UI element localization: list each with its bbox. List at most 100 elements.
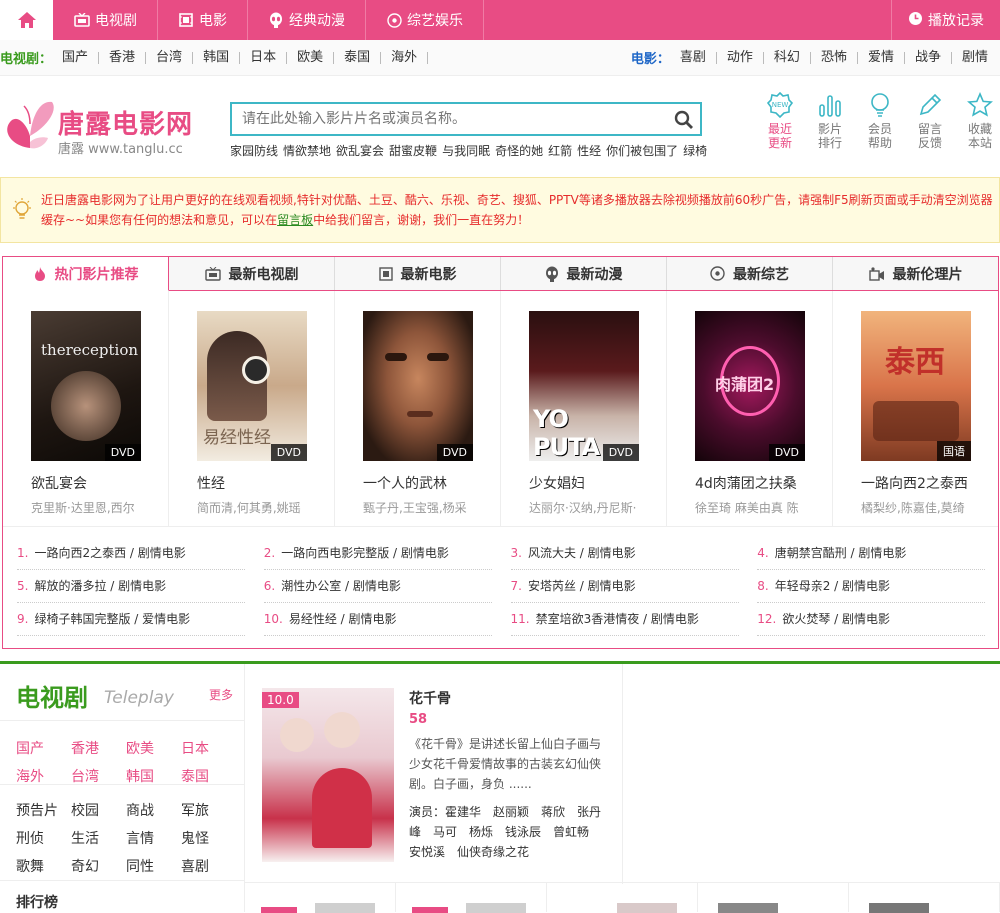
tv-category-link[interactable]: 欧美 <box>287 51 335 64</box>
member-help-button[interactable]: 会员 帮助 <box>855 92 905 150</box>
list-category-link[interactable]: 爱情电影 <box>142 612 190 626</box>
hot-search-link[interactable]: 与我同眠 <box>442 142 490 159</box>
list-category-link[interactable]: 剧情电影 <box>401 546 449 560</box>
recent-updates-button[interactable]: NEW 最近 更新 <box>755 92 805 150</box>
list-category-link[interactable]: 剧情电影 <box>138 546 186 560</box>
tv-region-link[interactable]: 海外 <box>16 766 71 786</box>
tv-category-link[interactable]: 台湾 <box>146 51 194 64</box>
tv-thumbnail[interactable] <box>547 883 698 913</box>
list-category-link[interactable]: 剧情电影 <box>842 612 890 626</box>
list-item[interactable]: 10. 易经性经 / 剧情电影 <box>263 603 492 636</box>
tv-genre-link[interactable]: 言情 <box>126 828 181 848</box>
hot-search-link[interactable]: 家园防线 <box>230 142 278 159</box>
list-title-link[interactable]: 易经性经 <box>289 612 337 626</box>
tv-region-link[interactable]: 韩国 <box>126 766 181 786</box>
tv-category-link[interactable]: 香港 <box>99 51 147 64</box>
list-category-link[interactable]: 剧情电影 <box>353 579 401 593</box>
home-button[interactable] <box>0 0 54 40</box>
tv-region-link[interactable]: 欧美 <box>126 738 181 758</box>
tv-category-link[interactable]: 韩国 <box>193 51 241 64</box>
hot-search-link[interactable]: 你们被包围了 <box>606 142 678 159</box>
list-title-link[interactable]: 解放的潘多拉 <box>34 579 106 593</box>
movie-category-link[interactable]: 爱情 <box>858 51 905 64</box>
nav-tv[interactable]: 电视剧 <box>54 0 158 40</box>
tv-genre-link[interactable]: 预告片 <box>16 800 71 820</box>
list-item[interactable]: 2. 一路向西电影完整版 / 剧情电影 <box>263 537 492 570</box>
movie-card[interactable]: thereception DVD 欲乱宴会 克里斯·达里恩,西尔 <box>3 291 169 526</box>
hot-search-link[interactable]: 性经 <box>577 142 601 159</box>
tab-latest-variety[interactable]: 最新综艺 <box>667 257 833 290</box>
list-item[interactable]: 7. 安塔芮丝 / 剧情电影 <box>510 570 739 603</box>
movie-category-link[interactable]: 剧情 <box>952 51 998 64</box>
list-category-link[interactable]: 剧情电影 <box>588 546 636 560</box>
feedback-button[interactable]: 留言 反馈 <box>905 92 955 150</box>
tv-category-link[interactable]: 国产 <box>52 51 100 64</box>
more-link[interactable]: 更多 <box>209 686 233 703</box>
movie-card[interactable]: 易经性经 DVD 性经 简而清,何其勇,姚瑶 <box>169 291 335 526</box>
list-item[interactable]: 9. 绿椅子韩国完整版 / 爱情电影 <box>17 603 245 636</box>
list-category-link[interactable]: 剧情电影 <box>651 612 699 626</box>
tv-category-link[interactable]: 泰国 <box>334 51 382 64</box>
list-item[interactable]: 1. 一路向西2之泰西 / 剧情电影 <box>17 537 245 570</box>
tv-genre-link[interactable]: 刑侦 <box>16 828 71 848</box>
list-title-link[interactable]: 禁室培欲3香港情夜 <box>536 612 640 626</box>
list-category-link[interactable]: 剧情电影 <box>842 579 890 593</box>
tab-latest-ethics[interactable]: 最新伦理片 <box>833 257 998 290</box>
guestbook-link[interactable]: 留言板 <box>277 213 313 227</box>
hot-search-link[interactable]: 甜蜜皮鞭 <box>389 142 437 159</box>
tv-genre-link[interactable]: 歌舞 <box>16 856 71 876</box>
tv-genre-link[interactable]: 军旅 <box>181 800 236 820</box>
tab-hot-movies[interactable]: 热门影片推荐 <box>3 257 169 291</box>
list-category-link[interactable]: 剧情电影 <box>588 579 636 593</box>
movie-category-link[interactable]: 战争 <box>905 51 952 64</box>
tv-region-link[interactable]: 台湾 <box>71 766 126 786</box>
list-title-link[interactable]: 风流大夫 <box>528 546 576 560</box>
tv-genre-link[interactable]: 喜剧 <box>181 856 236 876</box>
movie-card[interactable]: DVD 一个人的武林 甄子丹,王宝强,杨采 <box>335 291 501 526</box>
tv-genre-link[interactable]: 商战 <box>126 800 181 820</box>
tv-category-link[interactable]: 海外 <box>381 51 429 64</box>
list-title-link[interactable]: 唐朝禁宫酷刑 <box>775 546 847 560</box>
list-category-link[interactable]: 剧情电影 <box>118 579 166 593</box>
tab-latest-movie[interactable]: 最新电影 <box>335 257 501 290</box>
nav-variety[interactable]: 综艺娱乐 <box>366 0 484 40</box>
nav-anime[interactable]: 经典动漫 <box>248 0 366 40</box>
tv-thumbnail[interactable] <box>698 883 849 913</box>
list-item[interactable]: 12. 欲火焚琴 / 剧情电影 <box>757 603 986 636</box>
tv-genre-link[interactable]: 同性 <box>126 856 181 876</box>
play-history-button[interactable]: 播放记录 <box>891 0 1000 40</box>
list-title-link[interactable]: 安塔芮丝 <box>528 579 576 593</box>
movie-card[interactable]: YO PUTA DVD 少女娼妇 达丽尔·汉纳,丹尼斯· <box>501 291 667 526</box>
movie-category-link[interactable]: 科幻 <box>764 51 811 64</box>
search-input[interactable] <box>232 104 662 134</box>
movie-category-link[interactable]: 喜剧 <box>670 51 717 64</box>
tv-genre-link[interactable]: 生活 <box>71 828 126 848</box>
tv-thumbnail[interactable] <box>849 883 1000 913</box>
list-title-link[interactable]: 一路向西电影完整版 <box>281 546 389 560</box>
list-category-link[interactable]: 剧情电影 <box>858 546 906 560</box>
list-item[interactable]: 5. 解放的潘多拉 / 剧情电影 <box>17 570 245 603</box>
list-title-link[interactable]: 绿椅子韩国完整版 <box>34 612 130 626</box>
list-item[interactable]: 4. 唐朝禁宫酷刑 / 剧情电影 <box>757 537 986 570</box>
list-item[interactable]: 8. 年轻母亲2 / 剧情电影 <box>757 570 986 603</box>
movie-ranking-button[interactable]: 影片 排行 <box>805 92 855 150</box>
tv-thumbnail[interactable] <box>396 883 547 913</box>
tv-region-link[interactable]: 国产 <box>16 738 71 758</box>
tv-category-link[interactable]: 日本 <box>240 51 288 64</box>
bookmark-site-button[interactable]: 收藏 本站 <box>955 92 1000 150</box>
tv-genre-link[interactable]: 校园 <box>71 800 126 820</box>
list-title-link[interactable]: 潮性办公室 <box>281 579 341 593</box>
tv-region-link[interactable]: 日本 <box>181 738 236 758</box>
tv-thumbnail[interactable] <box>245 883 396 913</box>
tv-genre-link[interactable]: 鬼怪 <box>181 828 236 848</box>
movie-card[interactable]: 肉蒲团2 DVD 4d肉蒲团之扶桑 徐至琦 麻美由真 陈 <box>667 291 833 526</box>
list-title-link[interactable]: 一路向西2之泰西 <box>34 546 126 560</box>
tab-latest-tv[interactable]: 最新电视剧 <box>169 257 335 290</box>
list-item[interactable]: 11. 禁室培欲3香港情夜 / 剧情电影 <box>510 603 739 636</box>
list-category-link[interactable]: 剧情电影 <box>349 612 397 626</box>
nav-movie[interactable]: 电影 <box>158 0 248 40</box>
hot-search-link[interactable]: 欲乱宴会 <box>336 142 384 159</box>
search-button[interactable] <box>674 110 694 130</box>
tv-region-link[interactable]: 香港 <box>71 738 126 758</box>
movie-category-link[interactable]: 恐怖 <box>811 51 858 64</box>
